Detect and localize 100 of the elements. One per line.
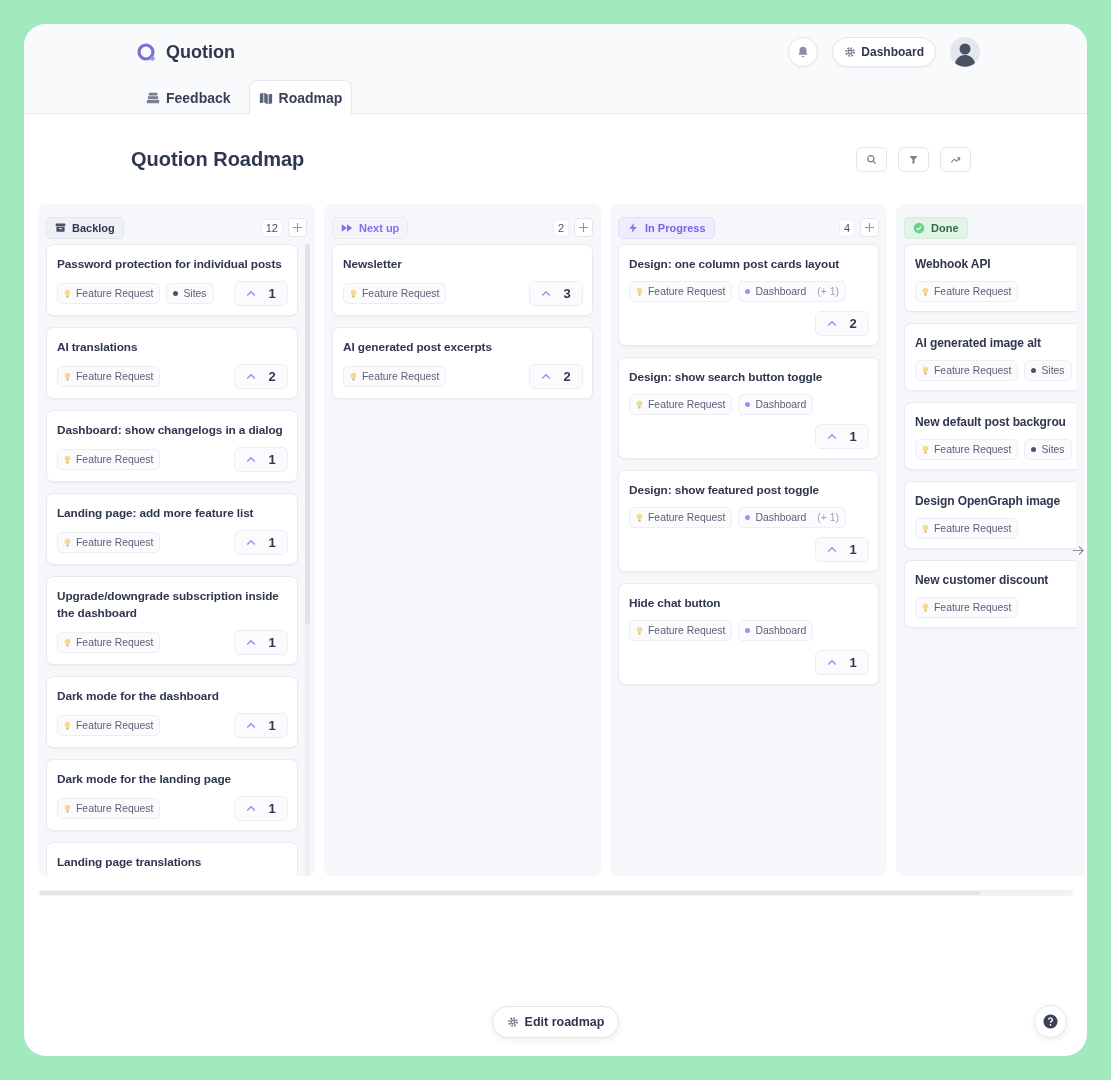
trend-button[interactable] [940, 146, 971, 172]
card-title: Design: show search button toggle [629, 369, 824, 386]
lightbulb-icon [922, 602, 929, 613]
roadmap-card[interactable]: Newsletter Feature Request 3 [332, 244, 593, 316]
tag: Feature Request [57, 283, 161, 304]
upvote-button[interactable]: 1 [234, 713, 288, 738]
roadmap-card[interactable]: Design OpenGraph image Feature Request [904, 481, 1076, 549]
tab[interactable]: Feedback [136, 80, 241, 114]
page-title: Quotion Roadmap [131, 147, 305, 171]
lightbulb-icon [64, 720, 71, 731]
upvote-button[interactable]: 1 [234, 630, 288, 655]
tag: Feature Request [915, 360, 1019, 381]
tag: Feature Request [343, 283, 447, 304]
roadmap-card[interactable]: Dark mode for the dashboard Feature Request 1 [46, 676, 298, 748]
card-title: Password protection for individual posts [57, 256, 283, 273]
roadmap-card[interactable]: AI generated post excerpts Feature Request 2 [332, 327, 593, 399]
upvote-button[interactable]: 2 [815, 311, 869, 336]
tag: Dashboard [738, 620, 814, 641]
help-button[interactable] [1034, 1005, 1067, 1038]
edit-roadmap-button[interactable]: Edit roadmap [491, 1006, 620, 1038]
tag: Sites [1024, 439, 1072, 460]
notifications-button[interactable] [788, 37, 819, 67]
card-title: New customer discount [915, 572, 1050, 589]
roadmap-card[interactable]: Design: one column post cards layout Feature Request Dashboard (+ 1) 2 [618, 244, 879, 346]
upvote-button[interactable]: 2 [234, 364, 288, 389]
column-label[interactable]: Done [904, 216, 968, 239]
column-label[interactable]: Backlog [46, 216, 124, 239]
lightbulb-icon [636, 399, 643, 410]
tag: Feature Request [915, 439, 1019, 460]
roadmap-card[interactable]: Design: show featured post toggle Feature Request Dashboard (+ 1) 1 [618, 470, 879, 572]
tag: Feature Request [915, 518, 1019, 539]
logo-icon [136, 42, 156, 62]
upvote-button[interactable]: 1 [815, 537, 869, 562]
roadmap-card[interactable]: Webhook API Feature Request [904, 244, 1076, 312]
roadmap-card[interactable]: Design: show search button toggle Feature Request Dashboard 1 [618, 357, 879, 459]
horizontal-scrollbar[interactable] [38, 890, 1073, 896]
roadmap-card[interactable]: New default post backgrou Feature Request Sites [904, 402, 1076, 470]
tag: Feature Request [915, 281, 1019, 302]
roadmap-card[interactable]: Upgrade/downgrade subscription inside the dashboard Feature Request 1 [46, 576, 298, 665]
tag: Feature Request [57, 715, 161, 736]
lightbulb-icon [64, 803, 71, 814]
roadmap-card[interactable]: Password protection for individual posts Feature Request Sites 1 [46, 244, 298, 316]
roadmap-card[interactable]: New customer discount Feature Request [904, 560, 1076, 628]
search-icon [866, 153, 877, 165]
lightbulb-icon [922, 523, 929, 534]
upvote-button[interactable]: 3 [529, 281, 583, 306]
add-card-button[interactable] [288, 218, 307, 237]
arrow-right-icon[interactable] [1072, 545, 1085, 556]
tag: Sites [1024, 360, 1072, 381]
card-title: Design OpenGraph image [915, 493, 1062, 510]
archive-icon [55, 222, 66, 233]
upvote-button[interactable]: 1 [234, 447, 288, 472]
upvote-button[interactable]: 1 [815, 650, 869, 675]
chevron-up-icon [246, 456, 257, 463]
upvote-button[interactable]: 1 [815, 424, 869, 449]
add-card-button[interactable] [574, 218, 593, 237]
tag: Feature Request [57, 449, 161, 470]
tag: Feature Request [57, 798, 161, 819]
dashboard-button[interactable]: Dashboard [832, 37, 936, 67]
card-title: Webhook API [915, 256, 992, 273]
roadmap-card[interactable]: Landing page translations [46, 842, 298, 876]
upvote-button[interactable]: 1 [234, 796, 288, 821]
tab[interactable]: Roadmap [248, 80, 353, 114]
search-button[interactable] [856, 146, 887, 172]
card-title: Dashboard: show changelogs in a dialog [57, 422, 284, 439]
add-card-button[interactable] [860, 218, 879, 237]
column-label[interactable]: In Progress [618, 216, 715, 239]
card-title: Landing page translations [57, 854, 203, 871]
roadmap-card[interactable]: Dashboard: show changelogs in a dialog Feature Request 1 [46, 410, 298, 482]
column-label[interactable]: Next up [332, 216, 409, 239]
tag: Dashboard (+ 1) [738, 507, 846, 528]
scrollbar[interactable] [305, 244, 310, 876]
tag: Feature Request [629, 281, 733, 302]
lightbulb-icon [922, 286, 929, 297]
card-title: AI generated post excerpts [343, 339, 493, 356]
avatar[interactable] [950, 37, 980, 67]
chevron-up-icon [246, 290, 257, 297]
chevron-up-icon [827, 320, 838, 327]
upvote-button[interactable]: 1 [234, 281, 288, 306]
roadmap-card[interactable]: Dark mode for the landing page Feature Request 1 [46, 759, 298, 831]
lightbulb-icon [636, 625, 643, 636]
gear-icon [506, 1016, 519, 1028]
filter-button[interactable] [898, 146, 929, 172]
column-count: 12 [260, 218, 283, 237]
lightbulb-icon [64, 454, 71, 465]
lightbulb-icon [636, 286, 643, 297]
roadmap-card[interactable]: AI translations Feature Request 2 [46, 327, 298, 399]
tag: Feature Request [629, 394, 733, 415]
tag: Feature Request [57, 366, 161, 387]
roadmap-card[interactable]: Hide chat button Feature Request Dashboard 1 [618, 583, 879, 685]
card-title: Dark mode for the landing page [57, 771, 232, 788]
upvote-button[interactable]: 2 [529, 364, 583, 389]
tag: Feature Request [57, 632, 161, 653]
roadmap-card[interactable]: AI generated image alt Feature Request Sites [904, 323, 1076, 391]
tag: Feature Request [629, 507, 733, 528]
lightbulb-icon [922, 444, 929, 455]
upvote-button[interactable]: 1 [234, 530, 288, 555]
bell-icon [796, 45, 811, 59]
plus-icon [864, 222, 875, 233]
roadmap-card[interactable]: Landing page: add more feature list Feature Request 1 [46, 493, 298, 565]
